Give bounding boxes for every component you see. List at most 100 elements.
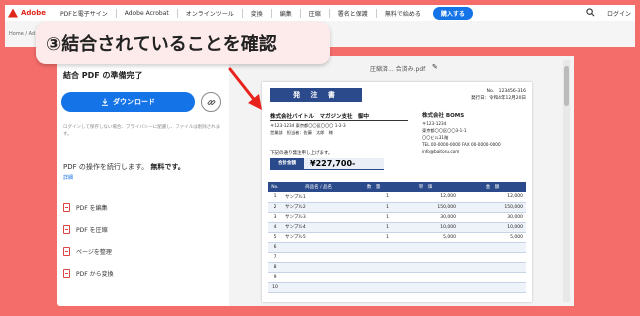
organize-pages-icon <box>63 246 70 256</box>
adobe-logo[interactable]: Adobe <box>8 8 46 18</box>
action-list: PDF を編集 PDF を圧縮 ページを整理 PDF から変換 <box>63 196 114 284</box>
scrollbar-thumb[interactable] <box>564 66 569 106</box>
cell-no: 9 <box>268 272 282 283</box>
nav-divider <box>115 8 117 18</box>
download-label: ダウンロード <box>113 98 155 106</box>
cell-price <box>391 272 459 283</box>
doc-sender: 株式会社 BOMS 〒123-1234 東京都〇〇区〇〇3-1-1 〇〇ビル31… <box>422 112 501 155</box>
cell-amount: 12,000 <box>458 192 526 203</box>
file-name[interactable]: 圧縮済... 合済み.pdf <box>370 64 425 73</box>
cell-no: 1 <box>268 192 282 203</box>
cell-no: 10 <box>268 282 282 293</box>
doc-number-block: No. 123456-316 発行日：令和4年12月20日 <box>471 88 526 102</box>
continue-free: 無料です。 <box>150 163 185 171</box>
cell-price: 150,000 <box>391 202 459 213</box>
total-label: 合計金額 <box>270 158 304 170</box>
buy-button[interactable]: 購入する <box>432 6 473 20</box>
pdf-page: 発 注 書 No. 123456-316 発行日：令和4年12月20日 株式会社… <box>262 82 532 302</box>
table-row: 10 <box>268 282 526 293</box>
nav-item-free-start[interactable]: 無料で始める <box>385 9 421 18</box>
table-row: 8 <box>268 262 526 273</box>
recipient-addr-line: 〒123-1234 東京都〇〇区〇〇〇 1-2-3 <box>270 123 346 128</box>
table-row: 1 サンプル1 1 12,000 12,000 <box>268 192 526 203</box>
cell-qty <box>355 242 392 253</box>
col-no: No. <box>268 182 282 192</box>
cell-item <box>282 242 356 253</box>
cell-qty: 1 <box>355 222 392 233</box>
cell-amount: 5,000 <box>458 232 526 243</box>
table-row: 7 <box>268 252 526 263</box>
cell-no: 7 <box>268 252 282 263</box>
cell-item: サンプル1 <box>282 192 356 203</box>
nav-item-compress[interactable]: 圧縮 <box>309 9 321 18</box>
action-label: PDF を圧縮 <box>76 226 108 234</box>
search-icon[interactable] <box>586 8 595 17</box>
table-row: 2 サンプル2 1 150,000 150,000 <box>268 202 526 213</box>
cell-item: サンプル4 <box>282 222 356 233</box>
cell-qty: 1 <box>355 232 392 243</box>
cell-item <box>282 262 356 273</box>
cell-no: 2 <box>268 202 282 213</box>
cell-item <box>282 282 356 293</box>
order-statement: 下記の通り発注申し上げます。 <box>270 151 333 156</box>
nav-item-edit[interactable]: 編集 <box>280 9 292 18</box>
action-edit-pdf[interactable]: PDF を編集 <box>63 196 114 218</box>
pencil-icon[interactable]: ✎ <box>432 63 438 71</box>
action-compress-pdf[interactable]: PDF を圧縮 <box>63 218 114 240</box>
cell-price <box>391 262 459 273</box>
cell-qty <box>355 282 392 293</box>
login-link[interactable]: ログイン <box>607 9 631 18</box>
cell-item <box>282 252 356 263</box>
cell-amount <box>458 252 526 263</box>
nav-item-acrobat[interactable]: Adobe Acrobat <box>125 10 169 17</box>
sender-address: 東京都〇〇区〇〇3-1-1 <box>422 128 467 133</box>
details-link[interactable]: 詳細 <box>63 174 73 181</box>
doc-recipient-address: 〒123-1234 東京都〇〇区〇〇〇 1-2-3 営業部 担当者：佐藤 太郎 … <box>270 122 346 136</box>
table-row: 5 サンプル5 1 5,000 5,000 <box>268 232 526 243</box>
page-title: 結合 PDF の準備完了 <box>63 71 143 80</box>
convert-pdf-icon <box>63 268 70 278</box>
privacy-note: ログインして保存しない場合、プライバシーに配慮し、ファイルは削除されます。 <box>63 125 221 137</box>
cell-item: サンプル3 <box>282 212 356 223</box>
nav-divider <box>328 8 330 18</box>
cell-qty: 1 <box>355 212 392 223</box>
table-header-row: No. 商品名 / 品名 数 量 単 価 金 額 <box>268 182 526 192</box>
nav-divider <box>176 8 178 18</box>
nav-item-sign-protect[interactable]: 署名と保護 <box>338 9 368 18</box>
left-sidebar: 結合 PDF の準備完了 ダウンロード ログインして保存しない場合、プライバシー… <box>57 56 229 306</box>
table-row: 9 <box>268 272 526 283</box>
nav-divider <box>241 8 243 18</box>
nav-item-convert[interactable]: 変換 <box>251 9 263 18</box>
download-button[interactable]: ダウンロード <box>61 92 195 112</box>
sender-building: 〇〇ビル31階 <box>422 135 449 140</box>
compress-pdf-icon <box>63 224 70 234</box>
top-nav: Adobe PDFと電子サイン Adobe Acrobat オンラインツール 変… <box>5 5 635 21</box>
nav-divider <box>375 8 377 18</box>
cell-amount <box>458 282 526 293</box>
cell-qty <box>355 262 392 273</box>
cell-price: 5,000 <box>391 232 459 243</box>
doc-number-label: No. <box>486 89 495 94</box>
table-row: 4 サンプル4 1 10,000 10,000 <box>268 222 526 233</box>
cell-price <box>391 282 459 293</box>
action-label: ページを整理 <box>76 248 112 256</box>
action-convert-from-pdf[interactable]: PDF から変換 <box>63 262 114 284</box>
cell-amount: 30,000 <box>458 212 526 223</box>
nav-divider <box>270 8 272 18</box>
cell-amount <box>458 262 526 273</box>
share-link-button[interactable] <box>201 92 221 112</box>
doc-recipient: 株式会社バイトル マガジン支社 御中 <box>270 112 408 121</box>
cell-no: 4 <box>268 222 282 233</box>
nav-item-online-tools[interactable]: オンラインツール <box>186 9 234 18</box>
cell-item: サンプル5 <box>282 232 356 243</box>
action-organize-pages[interactable]: ページを整理 <box>63 240 114 262</box>
doc-date: 令和4年12月20日 <box>489 96 526 101</box>
action-label: PDF から変換 <box>76 270 114 278</box>
nav-divider <box>299 8 301 18</box>
cell-no: 6 <box>268 242 282 253</box>
nav-item-pdf-esign[interactable]: PDFと電子サイン <box>60 9 108 18</box>
cell-item: サンプル2 <box>282 202 356 213</box>
action-label: PDF を編集 <box>76 204 108 212</box>
cell-amount <box>458 242 526 253</box>
sender-mail: info@baitoru.com <box>422 149 460 154</box>
